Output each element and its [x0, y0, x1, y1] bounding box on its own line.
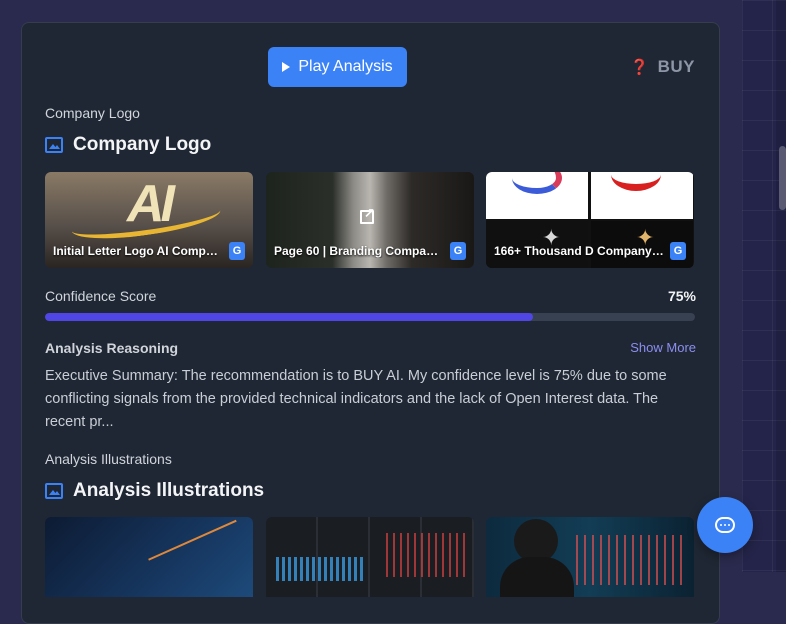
confidence-value: 75%	[667, 288, 696, 304]
image-caption: Initial Letter Logo AI Company...	[53, 244, 223, 258]
chart-candles-artwork	[386, 533, 466, 577]
illustrations-label: Analysis Illustrations	[45, 451, 172, 467]
reasoning-text: Executive Summary: The recommendation is…	[45, 368, 667, 430]
person-silhouette-body	[500, 557, 574, 597]
external-link-icon[interactable]	[360, 205, 375, 224]
illustration-image-3[interactable]	[486, 517, 694, 597]
illustrations-heading: Analysis Illustrations	[45, 480, 264, 502]
logo-quadrant	[486, 172, 588, 219]
scrollbar-track[interactable]	[776, 0, 786, 572]
chart-line-artwork	[148, 519, 253, 597]
company-logo-heading: Company Logo	[45, 134, 211, 156]
confidence-label: Confidence Score	[45, 288, 157, 304]
recommendation-badge: ❓ BUY	[630, 57, 695, 77]
logo-image-3[interactable]: ✦ ✦ 166+ Thousand D Company ... G	[486, 172, 694, 268]
question-icon: ❓	[630, 59, 650, 76]
analysis-card: Play Analysis ❓ BUY Company Logo Company…	[21, 22, 720, 624]
image-caption: Page 60 | Branding Company...	[274, 244, 444, 258]
chart-screen-artwork	[576, 535, 686, 585]
chat-icon	[715, 517, 735, 533]
image-caption: 166+ Thousand D Company ...	[494, 244, 664, 258]
company-logo-title: Company Logo	[73, 134, 212, 155]
google-source-icon: G	[670, 242, 686, 260]
show-more-link[interactable]: Show More	[630, 340, 696, 355]
confidence-bar	[45, 313, 695, 321]
google-source-icon: G	[229, 242, 245, 260]
logo-image-1[interactable]: AI Initial Letter Logo AI Company... G	[45, 172, 253, 268]
reasoning-label: Analysis Reasoning	[45, 340, 179, 356]
illustration-image-1[interactable]	[45, 517, 253, 597]
play-icon	[282, 62, 291, 72]
illustration-image-2[interactable]	[266, 517, 474, 597]
play-analysis-label: Play Analysis	[298, 58, 393, 75]
confidence-bar-fill	[45, 313, 533, 321]
scrollbar-thumb[interactable]	[779, 146, 786, 210]
illustrations-title: Analysis Illustrations	[73, 480, 265, 501]
logo-quadrant	[591, 172, 693, 219]
recommendation-text: BUY	[657, 57, 695, 76]
company-logo-label: Company Logo	[45, 105, 140, 121]
image-icon	[45, 137, 63, 153]
google-source-icon: G	[450, 242, 466, 260]
chart-bars-artwork	[276, 557, 366, 581]
chat-button[interactable]	[697, 497, 753, 553]
image-icon	[45, 483, 63, 499]
logo-image-2[interactable]: Page 60 | Branding Company... G	[266, 172, 474, 268]
play-analysis-button[interactable]: Play Analysis	[268, 47, 407, 87]
